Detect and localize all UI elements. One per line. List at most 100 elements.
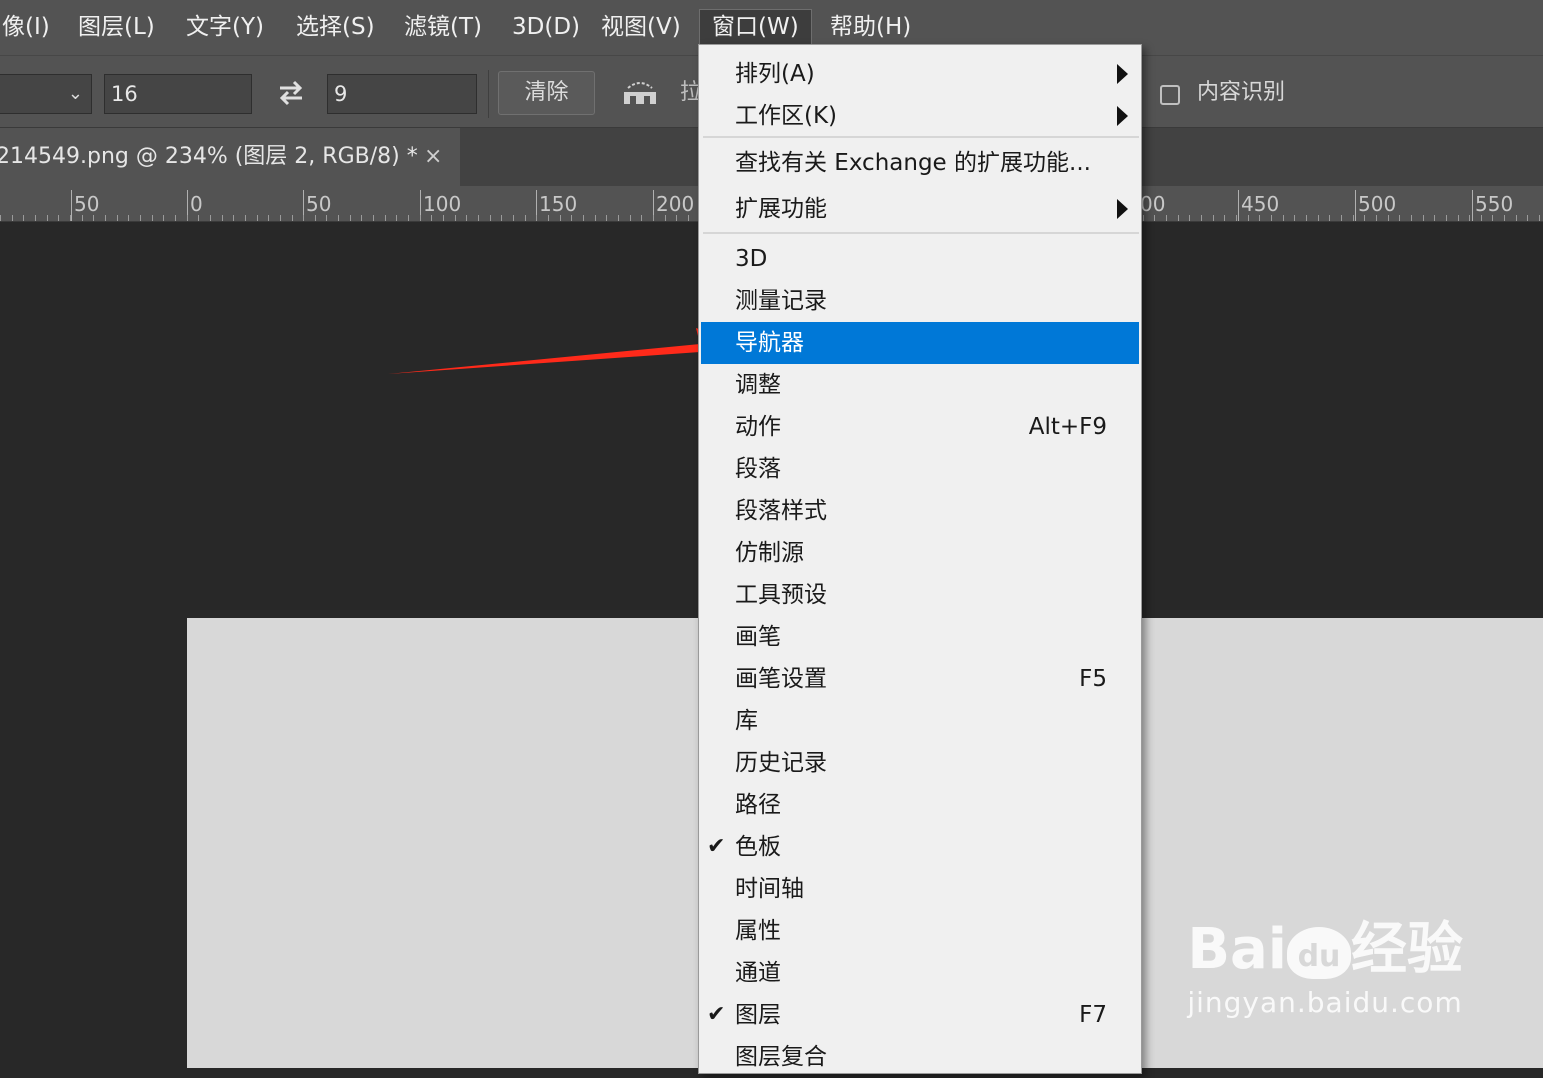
ruler-label: 00 <box>1140 192 1166 216</box>
menu-3d[interactable]: 3D(D) <box>512 0 580 55</box>
menu-item-brushes[interactable]: 画笔 <box>701 616 1139 658</box>
ruler-minor-tick <box>245 215 246 221</box>
ruler-minor-tick <box>1364 215 1365 221</box>
ruler-minor-tick <box>1224 215 1225 221</box>
menu-item-label: 仿制源 <box>735 540 804 566</box>
ruler-minor-tick <box>198 215 199 221</box>
ruler-minor-tick <box>408 215 409 221</box>
ruler-minor-tick <box>128 215 129 221</box>
ruler-minor-tick <box>571 215 572 221</box>
menu-item-clone-source[interactable]: 仿制源 <box>701 532 1139 574</box>
ruler-minor-tick <box>117 215 118 221</box>
menu-layer[interactable]: 图层(L) <box>78 0 155 55</box>
menu-item-label: 工具预设 <box>735 582 827 608</box>
ruler-minor-tick <box>1189 215 1190 221</box>
ruler-minor-tick <box>210 215 211 221</box>
menu-item-measurement-log[interactable]: 测量记录 <box>701 280 1139 322</box>
menu-item-arrange[interactable]: 排列(A) <box>701 53 1139 95</box>
height-field[interactable]: 9 <box>327 74 477 114</box>
menu-item-adjustments[interactable]: 调整 <box>701 364 1139 406</box>
menu-item-extensions[interactable]: 扩展功能 <box>701 188 1139 230</box>
swap-icon[interactable] <box>276 78 306 108</box>
menu-item-label: 导航器 <box>735 330 804 356</box>
menu-item-label: 图层复合 <box>735 1044 827 1070</box>
ruler-label: 100 <box>423 192 462 216</box>
preset-dropdown[interactable]: ⌄ <box>0 74 92 114</box>
menu-item-layers[interactable]: ✔ 图层 F7 <box>701 994 1139 1036</box>
ruler-minor-tick <box>82 215 83 221</box>
ruler-minor-tick <box>1213 215 1214 221</box>
document-tab[interactable]: 214549.png @ 234% (图层 2, RGB/8) * × <box>0 128 460 186</box>
clear-button[interactable]: 清除 <box>498 71 595 115</box>
ruler-minor-tick <box>466 215 467 221</box>
ruler-minor-tick <box>58 215 59 221</box>
chevron-down-icon: ⌄ <box>67 83 83 104</box>
ruler-minor-tick <box>70 215 71 221</box>
menu-item-properties[interactable]: 属性 <box>701 910 1139 952</box>
menu-item-label: 画笔设置 <box>735 666 827 692</box>
ruler-minor-tick <box>1166 215 1167 221</box>
ruler-minor-tick <box>385 215 386 221</box>
watermark-brand: Bai <box>1187 917 1287 982</box>
menu-item-brush-settings[interactable]: 画笔设置 F5 <box>701 658 1139 700</box>
ruler-label: 550 <box>1475 192 1514 216</box>
menu-view[interactable]: 视图(V) <box>601 0 681 55</box>
menu-item-3d[interactable]: 3D <box>701 238 1139 280</box>
ruler-label: 500 <box>1358 192 1397 216</box>
menu-image[interactable]: 像(I) <box>2 0 50 55</box>
menu-item-paragraph-styles[interactable]: 段落样式 <box>701 490 1139 532</box>
ruler-minor-tick <box>618 215 619 221</box>
menu-item-layer-comps[interactable]: 图层复合 <box>701 1036 1139 1078</box>
menu-item-workspace[interactable]: 工作区(K) <box>701 95 1139 137</box>
ruler-minor-tick <box>1388 215 1389 221</box>
ruler-minor-tick <box>1353 215 1354 221</box>
ruler-minor-tick <box>1294 215 1295 221</box>
menu-separator <box>703 136 1139 138</box>
ruler-minor-tick <box>222 215 223 221</box>
ruler-minor-tick <box>1458 215 1459 221</box>
menu-item-label: 画笔 <box>735 624 781 650</box>
ruler-minor-tick <box>268 215 269 221</box>
menu-item-paths[interactable]: 路径 <box>701 784 1139 826</box>
menu-item-channels[interactable]: 通道 <box>701 952 1139 994</box>
menu-item-navigator[interactable]: 导航器 <box>701 322 1139 364</box>
menu-item-label: 路径 <box>735 792 781 818</box>
close-icon[interactable]: × <box>424 128 442 186</box>
content-aware-checkbox[interactable] <box>1160 85 1180 105</box>
ruler-minor-tick <box>1469 215 1470 221</box>
ruler-minor-tick <box>303 215 304 221</box>
menu-item-label: 扩展功能 <box>735 196 827 222</box>
menu-item-actions[interactable]: 动作 Alt+F9 <box>701 406 1139 448</box>
ruler-minor-tick <box>525 215 526 221</box>
ruler-minor-tick <box>361 215 362 221</box>
menu-type[interactable]: 文字(Y) <box>186 0 264 55</box>
ruler-minor-tick <box>606 215 607 221</box>
ruler-minor-tick <box>1236 215 1237 221</box>
submenu-arrow-icon <box>1117 199 1128 219</box>
ruler-minor-tick <box>0 215 1 221</box>
watermark-paw-text: du <box>1297 938 1341 974</box>
straighten-icon[interactable] <box>620 78 660 108</box>
annotation-arrow <box>388 328 742 374</box>
menu-item-find-exchange[interactable]: 查找有关 Exchange 的扩展功能... <box>701 142 1139 184</box>
menu-item-libraries[interactable]: 库 <box>701 700 1139 742</box>
ruler-minor-tick <box>676 215 677 221</box>
ruler-minor-tick <box>420 215 421 221</box>
menu-item-label: 属性 <box>735 918 781 944</box>
menu-item-label: 调整 <box>735 372 781 398</box>
ruler-minor-tick <box>140 215 141 221</box>
ruler-minor-tick <box>350 215 351 221</box>
ruler-minor-tick <box>1516 215 1517 221</box>
menu-select[interactable]: 选择(S) <box>296 0 375 55</box>
menu-item-label: 工作区(K) <box>735 103 838 129</box>
menu-filter[interactable]: 滤镜(T) <box>404 0 482 55</box>
ruler-minor-tick <box>513 215 514 221</box>
menu-item-timeline[interactable]: 时间轴 <box>701 868 1139 910</box>
paw-icon: du <box>1287 926 1351 979</box>
menu-item-history[interactable]: 历史记录 <box>701 742 1139 784</box>
ruler-minor-tick <box>315 215 316 221</box>
menu-item-paragraph[interactable]: 段落 <box>701 448 1139 490</box>
menu-item-swatches[interactable]: ✔ 色板 <box>701 826 1139 868</box>
menu-item-tool-presets[interactable]: 工具预设 <box>701 574 1139 616</box>
width-field[interactable]: 16 <box>104 74 252 114</box>
